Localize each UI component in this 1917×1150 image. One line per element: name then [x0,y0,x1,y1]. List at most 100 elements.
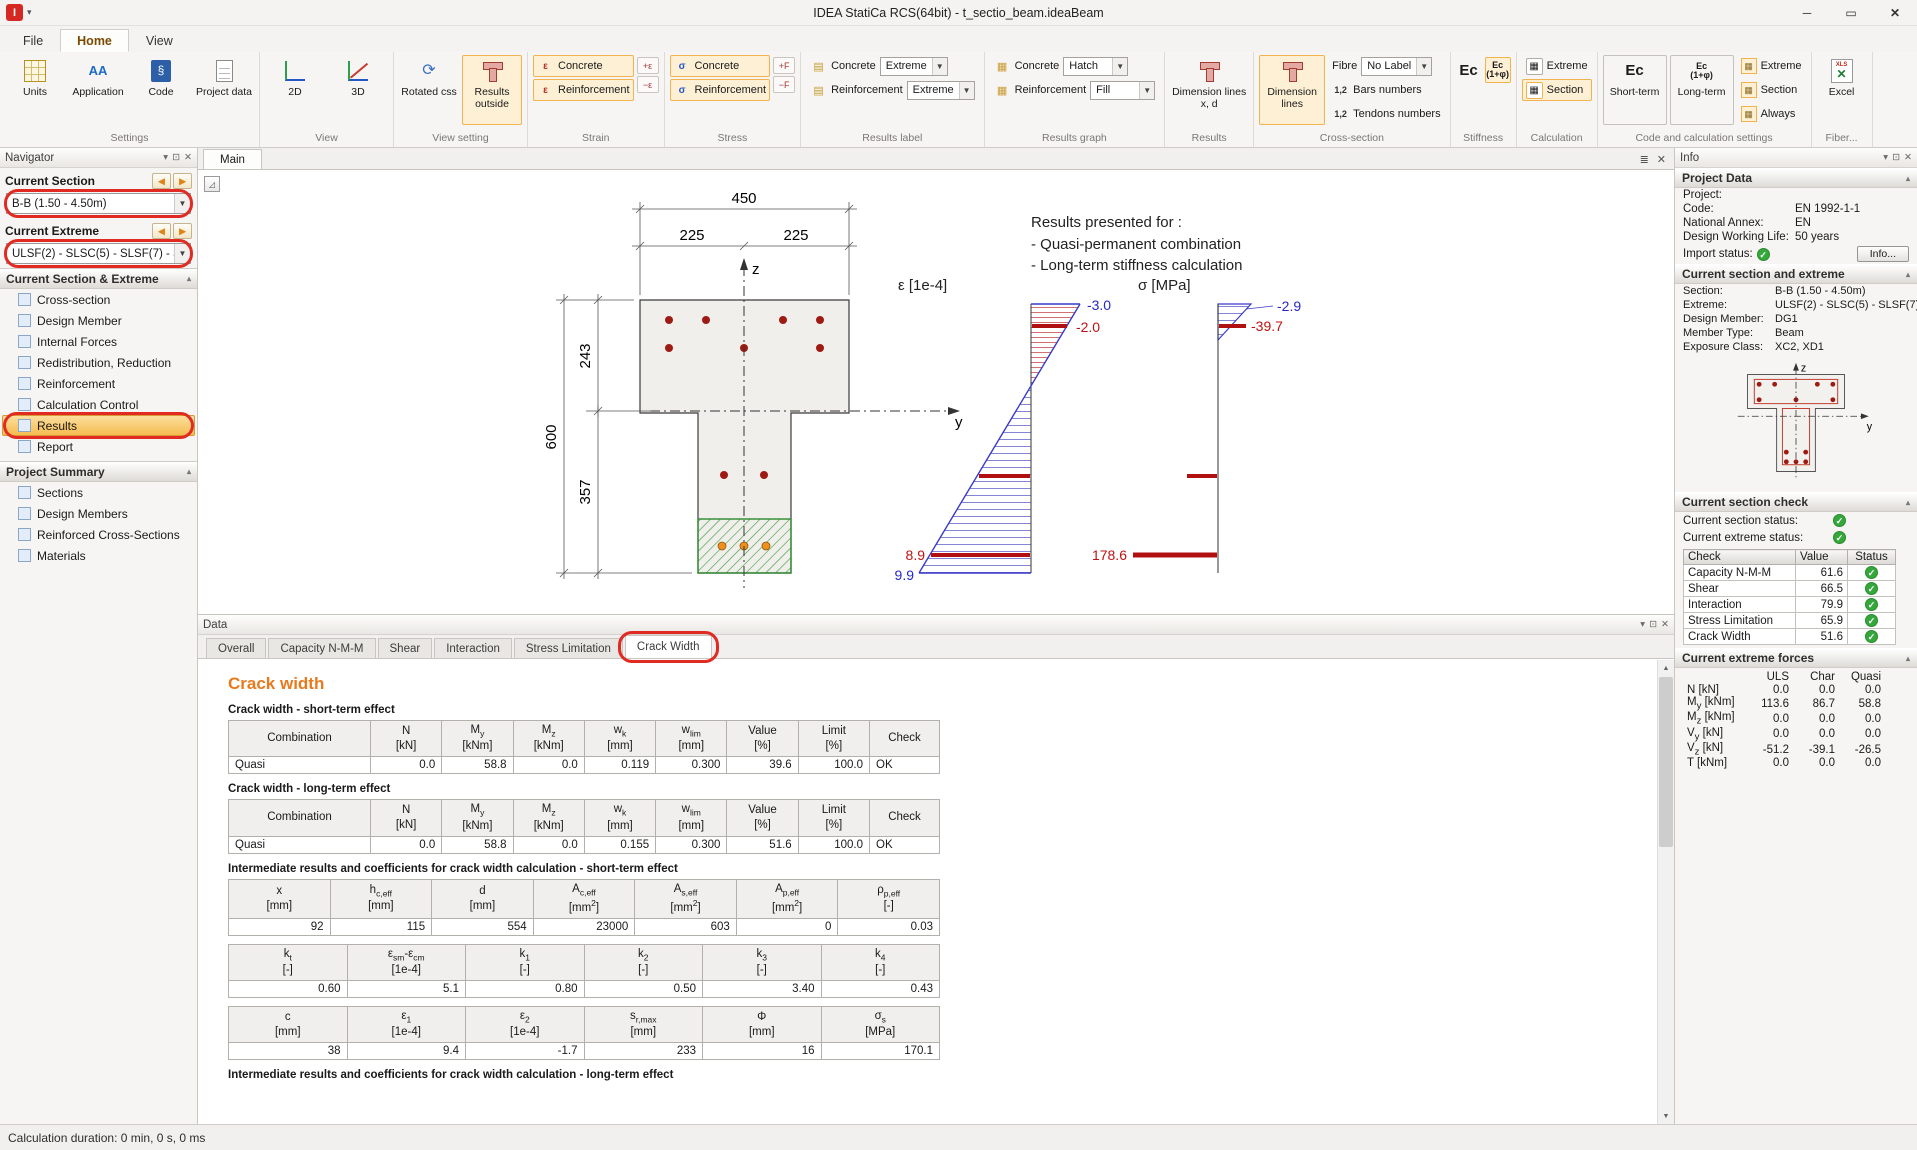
dimension-lines-button[interactable]: Dimension lines [1259,55,1325,125]
collapse-icon[interactable]: ▴ [1906,498,1910,507]
stress-concrete-toggle[interactable]: σConcrete [670,55,771,77]
calculation-extreme-toggle[interactable]: ▦Extreme [1522,55,1592,77]
panel-close-icon[interactable]: ✕ [184,152,192,163]
reinforcement-label-dropdown[interactable]: Extreme▼ [907,81,975,100]
view-2d-button[interactable]: 2D [265,55,325,125]
strain-reinforcement-toggle[interactable]: εReinforcement [533,79,634,101]
project-data-header[interactable]: Project Data▴ [1675,168,1917,188]
calculation-section-toggle[interactable]: ▦Section [1522,79,1592,101]
collapse-icon[interactable]: ▴ [187,467,191,476]
short-term-button[interactable]: EcShort-term [1603,55,1667,125]
view-3d-button[interactable]: 3D [328,55,388,125]
rotated-css-button[interactable]: ⟳Rotated css [399,55,459,125]
reinforcement-graph-dropdown[interactable]: Fill▼ [1090,81,1155,100]
project-summary-header[interactable]: Project Summary▴ [0,461,197,482]
current-section-dropdown[interactable]: B-B (1.50 - 4.50m) ▼ [6,193,191,214]
tendons-numbers-toggle[interactable]: 1,2Tendons numbers [1328,103,1444,125]
sidebar-item-design-members[interactable]: Design Members [2,503,195,524]
vertical-scrollbar[interactable]: ▲ ▼ [1657,660,1674,1124]
section-extreme-header[interactable]: Current Section & Extreme▴ [0,268,197,289]
results-outside-button[interactable]: Results outside [462,55,522,125]
sidebar-item-reinforced-cross-sections[interactable]: Reinforced Cross-Sections [2,524,195,545]
strain-show-positive-button[interactable]: +ε [637,57,659,74]
sidebar-item-design-member[interactable]: Design Member [2,310,195,331]
collapse-icon[interactable]: ▴ [187,274,191,283]
dimension-lines-xd-button[interactable]: Dimension lines x, d [1170,55,1248,125]
previous-section-button[interactable]: ◀ [152,173,171,189]
current-extreme-dropdown[interactable]: ULSF(2) - SLSC(5) - SLSF(7) - S ▼ [6,243,191,264]
collapse-icon[interactable]: ▴ [1906,174,1910,183]
sidebar-item-reinforcement[interactable]: Reinforcement [2,373,195,394]
fibre-dropdown[interactable]: No Label▼ [1361,57,1432,76]
application-button[interactable]: AAApplication [68,55,128,125]
units-button[interactable]: Units [5,55,65,125]
long-term-button[interactable]: Ec (1+φ)Long-term [1670,55,1734,125]
view-close-icon[interactable]: ✕ [1657,153,1666,166]
tab-file[interactable]: File [6,29,60,52]
next-extreme-button[interactable]: ▶ [173,223,192,239]
info-button[interactable]: Info... [1857,246,1909,262]
sidebar-item-cross-section[interactable]: Cross-section [2,289,195,310]
bars-numbers-toggle[interactable]: 1,2Bars numbers [1328,79,1444,101]
panel-menu-icon[interactable]: ▾ [163,152,168,163]
main-drawing-canvas[interactable]: ◿ [198,170,1674,614]
code-extreme-toggle[interactable]: ▦Extreme [1737,55,1806,77]
collapse-icon[interactable]: ▴ [1906,654,1910,663]
sidebar-item-sections[interactable]: Sections [2,482,195,503]
collapse-icon[interactable]: ▴ [1906,270,1910,279]
stress-show-positive-button[interactable]: +F [773,57,795,74]
sidebar-item-redistribution[interactable]: Redistribution, Reduction [2,352,195,373]
pin-icon[interactable]: ⊡ [1649,619,1657,630]
current-extreme-forces-header[interactable]: Current extreme forces▴ [1675,648,1917,668]
chevron-down-icon[interactable]: ▼ [932,58,947,75]
minimize-button[interactable]: ─ [1785,0,1829,25]
pin-icon[interactable]: ⊡ [1892,152,1900,163]
close-button[interactable]: ✕ [1873,0,1917,25]
sidebar-item-results[interactable]: Results [2,415,195,436]
sidebar-item-internal-forces[interactable]: Internal Forces [2,331,195,352]
strain-show-negative-button[interactable]: −ε [637,76,659,93]
concrete-label-dropdown[interactable]: Extreme▼ [880,57,948,76]
chevron-down-icon[interactable]: ▼ [1139,82,1154,99]
chevron-down-icon[interactable]: ▼ [174,244,190,263]
tab-main[interactable]: Main [203,149,262,169]
quick-access-dropdown-icon[interactable]: ▾ [27,7,32,18]
panel-close-icon[interactable]: ✕ [1904,152,1912,163]
next-section-button[interactable]: ▶ [173,173,192,189]
tab-home[interactable]: Home [60,29,129,52]
current-section-extreme-header[interactable]: Current section and extreme▴ [1675,264,1917,284]
tab-shear[interactable]: Shear [378,638,433,658]
sidebar-item-materials[interactable]: Materials [2,545,195,566]
tab-crack-width[interactable]: Crack Width [625,635,712,658]
pin-icon[interactable]: ⊡ [172,152,180,163]
tab-overall[interactable]: Overall [206,638,266,658]
tab-capacity-nmm[interactable]: Capacity N-M-M [268,638,375,658]
current-section-check-header[interactable]: Current section check▴ [1675,492,1917,512]
tab-stress-limitation[interactable]: Stress Limitation [514,638,623,658]
stiffness-ec-phi-button[interactable]: Ec (1+φ) [1485,57,1511,83]
strain-concrete-toggle[interactable]: εConcrete [533,55,634,77]
excel-export-button[interactable]: XLS✕ Excel [1817,55,1867,125]
project-data-button[interactable]: Project data [194,55,254,125]
panel-menu-icon[interactable]: ▾ [1883,152,1888,163]
chevron-down-icon[interactable]: ▼ [1112,58,1127,75]
scrollbar-thumb[interactable] [1659,677,1673,847]
chevron-down-icon[interactable]: ▼ [174,194,190,213]
maximize-button[interactable]: ▭ [1829,0,1873,25]
chevron-down-icon[interactable]: ▼ [959,82,974,99]
panel-close-icon[interactable]: ✕ [1661,619,1669,630]
fit-view-icon[interactable]: ◿ [204,176,220,192]
view-menu-icon[interactable]: ≣ [1640,153,1649,166]
app-icon[interactable]: I [6,4,23,21]
scroll-down-icon[interactable]: ▼ [1658,1108,1674,1124]
tab-interaction[interactable]: Interaction [434,638,512,658]
previous-extreme-button[interactable]: ◀ [152,223,171,239]
concrete-graph-dropdown[interactable]: Hatch▼ [1063,57,1128,76]
tab-view[interactable]: View [129,29,190,52]
panel-menu-icon[interactable]: ▾ [1640,619,1645,630]
scroll-up-icon[interactable]: ▲ [1658,660,1674,676]
stress-show-negative-button[interactable]: −F [773,76,795,93]
sidebar-item-calculation-control[interactable]: Calculation Control [2,394,195,415]
code-always-toggle[interactable]: ▦Always [1737,103,1806,125]
code-button[interactable]: §Code [131,55,191,125]
